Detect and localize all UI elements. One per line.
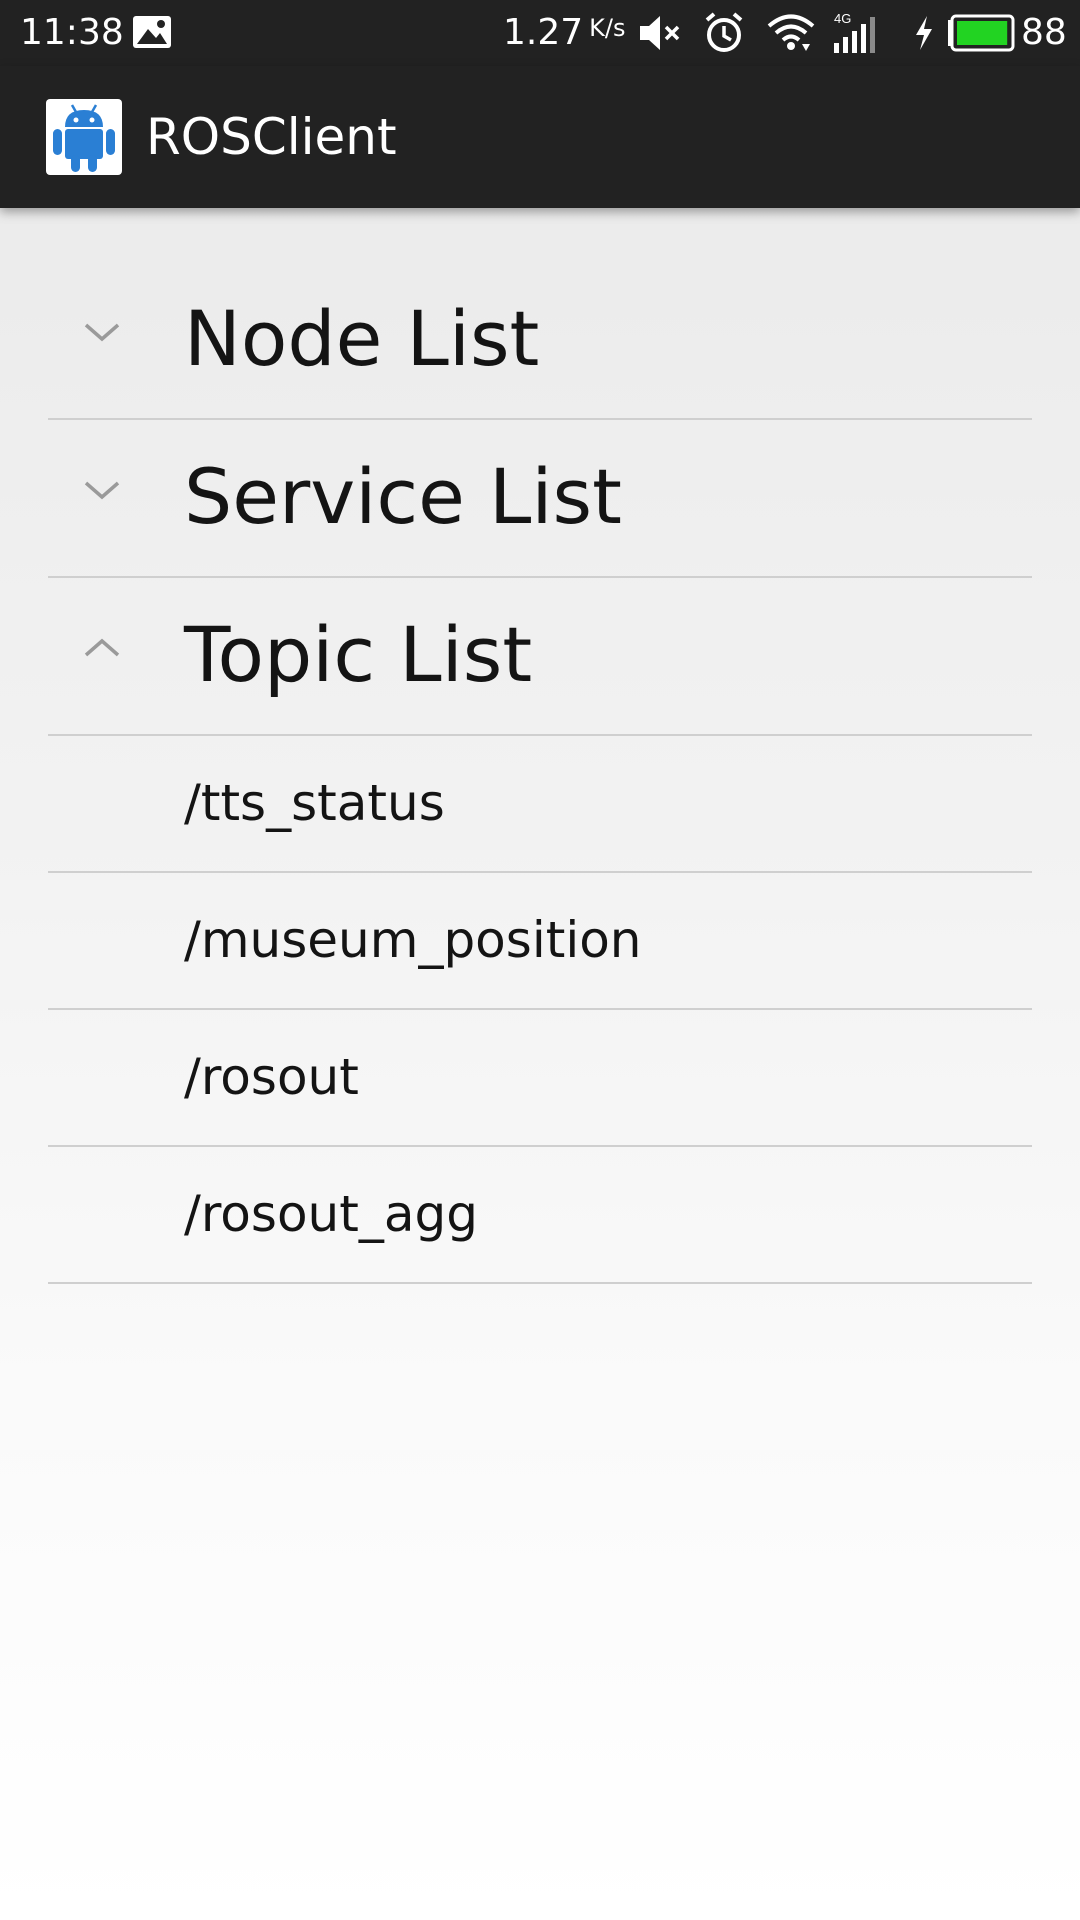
topic-label: /tts_status	[184, 774, 445, 832]
expandable-list: Node List Service List Topic List /tts_s…	[48, 262, 1032, 1284]
group-topic-list[interactable]: Topic List	[48, 578, 1032, 736]
battery-percentage: 88	[1021, 12, 1067, 53]
topic-label: /rosout_agg	[184, 1185, 478, 1243]
app-title: ROSClient	[146, 108, 397, 166]
network-speed-unit: K/s	[589, 14, 626, 42]
topic-label: /museum_position	[184, 911, 642, 969]
group-service-list[interactable]: Service List	[48, 420, 1032, 578]
alarm-icon	[702, 11, 746, 59]
group-label: Node List	[184, 294, 540, 383]
network-type-text: 4G	[834, 11, 851, 26]
status-bar: 11:38 1.27 K/s 4G 88	[0, 0, 1080, 66]
group-node-list[interactable]: Node List	[48, 262, 1032, 420]
mute-icon	[638, 14, 684, 56]
charging-icon	[912, 14, 936, 56]
chevron-up-icon	[82, 636, 122, 660]
battery-icon	[946, 14, 1016, 56]
android-icon[interactable]	[46, 99, 122, 175]
chevron-down-icon	[82, 320, 122, 344]
topic-item-rosout[interactable]: /rosout	[48, 1010, 1032, 1147]
action-bar: ROSClient	[0, 66, 1080, 208]
status-time: 11:38	[20, 12, 124, 53]
network-speed: 1.27 K/s	[503, 10, 625, 59]
network-speed-value: 1.27	[503, 12, 584, 53]
signal-icon: 4G	[832, 9, 888, 59]
wifi-icon	[766, 11, 816, 59]
chevron-down-icon	[82, 478, 122, 502]
topic-item-rosout-agg[interactable]: /rosout_agg	[48, 1147, 1032, 1284]
topic-item-tts-status[interactable]: /tts_status	[48, 736, 1032, 873]
group-label: Topic List	[184, 610, 533, 699]
topic-item-museum-position[interactable]: /museum_position	[48, 873, 1032, 1010]
topic-label: /rosout	[184, 1048, 359, 1106]
gallery-icon	[132, 15, 172, 49]
group-label: Service List	[184, 452, 622, 541]
